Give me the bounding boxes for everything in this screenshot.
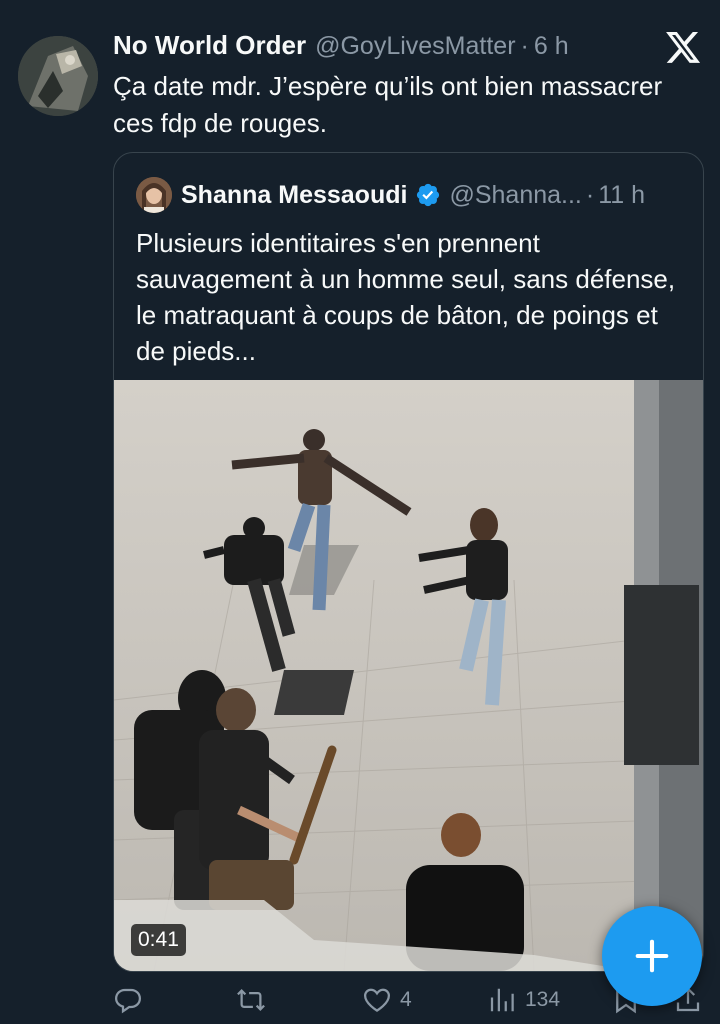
tweet-header: No World Order @GoyLivesMatter · 6 h xyxy=(113,30,660,66)
quoted-author-name[interactable]: Shanna Messaoudi xyxy=(181,181,407,210)
tweet-text: Ça date mdr. J’espère qu’ils ont bien ma… xyxy=(113,71,663,138)
reply-icon xyxy=(114,988,142,1014)
avatar-image xyxy=(18,36,98,116)
x-logo-icon[interactable] xyxy=(664,28,702,66)
video-player[interactable]: 0:41 xyxy=(114,380,703,971)
heart-icon xyxy=(363,988,391,1012)
video-duration: 0:41 xyxy=(131,924,186,956)
reply-button[interactable] xyxy=(113,980,151,1020)
quoted-tweet-time[interactable]: 11 h xyxy=(598,181,645,210)
quoted-author-avatar[interactable] xyxy=(136,177,172,213)
quoted-avatar-image xyxy=(136,177,172,213)
views-button[interactable]: 134 xyxy=(487,980,560,1020)
views-count: 134 xyxy=(525,988,561,1011)
plus-icon xyxy=(635,939,669,973)
author-handle[interactable]: @GoyLivesMatter xyxy=(315,32,515,61)
author-avatar[interactable] xyxy=(18,36,98,116)
video-frame xyxy=(114,380,703,971)
verified-badge-icon[interactable] xyxy=(415,182,441,208)
tweet-time[interactable]: 6 h xyxy=(534,32,569,61)
quoted-separator-dot: · xyxy=(585,180,595,209)
quoted-tweet-text: Plusieurs identitaires s'en prennent sau… xyxy=(136,228,676,366)
repost-button[interactable] xyxy=(236,980,274,1020)
like-button[interactable]: 4 xyxy=(362,980,412,1020)
quoted-author-handle[interactable]: @Shanna... xyxy=(449,181,581,210)
repost-icon xyxy=(237,989,265,1011)
author-name[interactable]: No World Order xyxy=(113,30,306,61)
compose-button[interactable] xyxy=(602,906,702,1006)
quoted-tweet[interactable]: Shanna Messaoudi @Shanna... · 11 h Plusi… xyxy=(113,152,704,972)
tweet[interactable]: No World Order @GoyLivesMatter · 6 h Ça … xyxy=(0,0,720,1024)
like-count: 4 xyxy=(400,988,412,1011)
separator-dot: · xyxy=(520,32,529,60)
quoted-tweet-header: Shanna Messaoudi @Shanna... · 11 h xyxy=(181,177,683,213)
views-icon xyxy=(490,988,514,1012)
